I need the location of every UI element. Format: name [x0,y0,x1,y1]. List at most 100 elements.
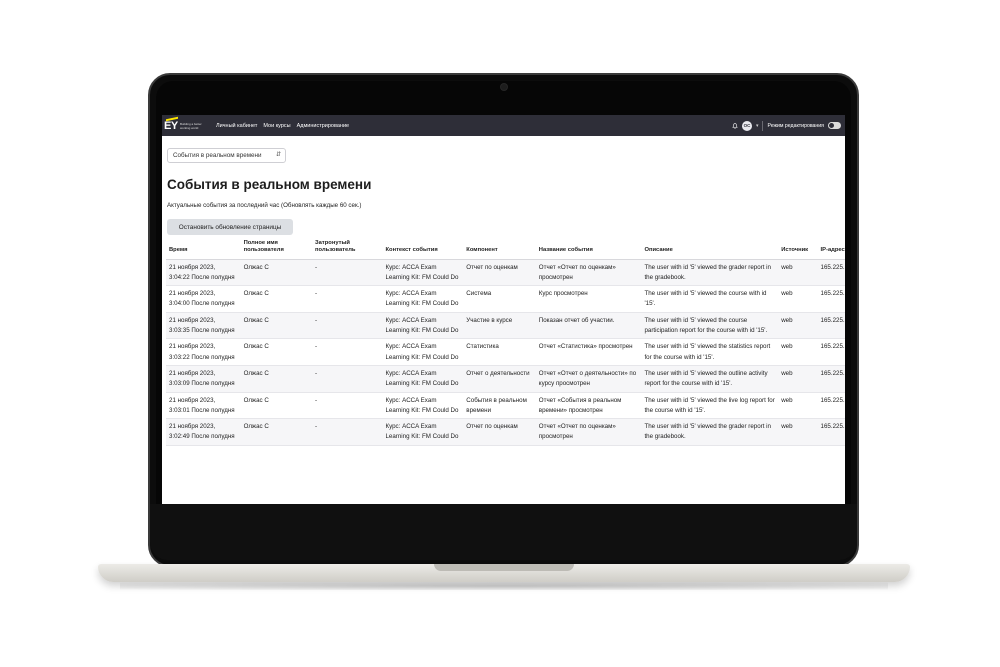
cell-user-link[interactable]: Олжас С [240,365,313,393]
cell-origin: web [778,418,818,446]
cell-context-link[interactable]: Курс: ACCA Exam Learning Kit: FM Could D… [382,365,464,393]
table-row: 21 ноября 2023, 3:02:49 После полудня Ол… [166,418,845,446]
column-header-affected-user[interactable]: Затронутый пользователь [312,238,383,260]
cell-description: The user with id '5' viewed the outline … [641,365,779,393]
ey-logo[interactable]: EY Building a better working world [164,116,208,133]
cell-component: Отчет по оценкам [463,259,536,287]
live-log-table: Время Полное имя пользователя Затронутый… [166,238,845,446]
column-header-event-name[interactable]: Название события [535,238,642,260]
cell-origin: web [778,392,818,420]
cell-context-link[interactable]: Курс: ACCA Exam Learning Kit: FM Could D… [382,338,464,366]
cell-origin: web [778,259,818,287]
cell-time: 21 ноября 2023, 3:03:35 После полудня [166,312,241,340]
divider [762,120,764,131]
report-selector[interactable]: События в реальном времени ⇵ [167,148,286,163]
column-header-origin[interactable]: Источник [778,238,818,260]
cell-affected-user: - [312,392,383,420]
column-header-component[interactable]: Компонент [463,238,536,260]
cell-user-link[interactable]: Олжас С [240,285,313,313]
cell-affected-user: - [312,338,383,366]
cell-time: 21 ноября 2023, 3:03:22 После полудня [166,338,241,366]
cell-context-link[interactable]: Курс: ACCA Exam Learning Kit: FM Could D… [382,259,464,287]
cell-event-link[interactable]: Отчет «Отчет о деятельности» по курсу пр… [535,365,642,393]
cell-ip-link[interactable]: 165.225.200.94 [817,312,845,340]
cell-ip-link[interactable]: 165.225.200.94 [817,338,845,366]
navbar-user-area: OC ▾ Режим редактирования [732,115,841,136]
cell-context-link[interactable]: Курс: ACCA Exam Learning Kit: FM Could D… [382,312,464,340]
table-row: 21 ноября 2023, 3:03:09 После полудня Ол… [166,365,845,393]
cell-origin: web [778,312,818,340]
cell-context-link[interactable]: Курс: ACCA Exam Learning Kit: FM Could D… [382,285,464,313]
cell-user-link[interactable]: Олжас С [240,418,313,446]
cell-component: Отчет о деятельности [463,365,536,393]
cell-component: Участие в курсе [463,312,536,340]
column-header-description: Описание [641,238,779,260]
cell-description: The user with id '5' viewed the course p… [641,312,779,340]
cell-context-link[interactable]: Курс: ACCA Exam Learning Kit: FM Could D… [382,392,464,420]
cell-affected-user: - [312,285,383,313]
cell-event-link[interactable]: Отчет «Отчет по оценкам» просмотрен [535,418,642,446]
table-row: 21 ноября 2023, 3:04:00 После полудня Ол… [166,285,845,313]
cell-event-link[interactable]: Показан отчет об участии. [535,312,642,340]
webcam [501,84,507,90]
bell-icon[interactable] [732,122,738,129]
nav-link-dashboard[interactable]: Личный кабинет [216,123,257,129]
cell-component: Отчет по оценкам [463,418,536,446]
cell-ip-link[interactable]: 165.225.200.94 [817,285,845,313]
cell-description: The user with id '5' viewed the live log… [641,392,779,420]
column-header-time[interactable]: Время [166,238,241,260]
cell-time: 21 ноября 2023, 3:03:01 После полудня [166,392,241,420]
laptop-bezel-bottom [150,504,857,560]
chevron-down-icon[interactable]: ▾ [756,123,759,129]
cell-ip-link[interactable]: 165.225.200.94 [817,418,845,446]
cell-description: The user with id '5' viewed the grader r… [641,259,779,287]
cell-origin: web [778,285,818,313]
stop-refresh-button[interactable]: Остановить обновление страницы [167,219,293,235]
page-subtitle: Актуальные события за последний час (Обн… [167,202,362,209]
page-title: События в реальном времени [167,177,372,192]
table-row: 21 ноября 2023, 3:03:35 После полудня Ол… [166,312,845,340]
cell-affected-user: - [312,312,383,340]
cell-origin: web [778,365,818,393]
column-header-fullname[interactable]: Полное имя пользователя [240,238,313,260]
cell-ip-link[interactable]: 165.225.200.94 [817,259,845,287]
column-header-ip[interactable]: IP-адрес [817,238,845,260]
cell-user-link[interactable]: Олжас С [240,312,313,340]
cell-time: 21 ноября 2023, 3:04:00 После полудня [166,285,241,313]
cell-affected-user: - [312,365,383,393]
cell-description: The user with id '5' viewed the statisti… [641,338,779,366]
cell-event-link[interactable]: Отчет «События в реальном времени» просм… [535,392,642,420]
column-header-context[interactable]: Контекст события [382,238,464,260]
screen: EY Building a better working world Личны… [162,115,845,504]
edit-mode-label: Режим редактирования [767,122,824,129]
cell-user-link[interactable]: Олжас С [240,392,313,420]
table-header-row: Время Полное имя пользователя Затронутый… [166,238,845,260]
cell-event-link[interactable]: Отчет «Статистика» просмотрен [535,338,642,366]
chevron-updown-icon: ⇵ [275,152,281,158]
nav-link-my-courses[interactable]: Мои курсы [263,123,290,129]
cell-time: 21 ноября 2023, 3:04:22 После полудня [166,259,241,287]
top-navbar: EY Building a better working world Личны… [162,115,845,136]
cell-context-link[interactable]: Курс: ACCA Exam Learning Kit: FM Could D… [382,418,464,446]
table-row: 21 ноября 2023, 3:03:01 После полудня Ол… [166,392,845,420]
edit-mode-toggle[interactable] [828,122,841,129]
cell-event-link[interactable]: Курс просмотрен [535,285,642,313]
cell-ip-link[interactable]: 165.225.200.94 [817,392,845,420]
cell-description: The user with id '5' viewed the course w… [641,285,779,313]
cell-component: События в реальном времени [463,392,536,420]
nav-link-administration[interactable]: Администрирование [297,123,349,129]
cell-event-link[interactable]: Отчет «Отчет по оценкам» просмотрен [535,259,642,287]
laptop-notch [434,564,574,571]
cell-user-link[interactable]: Олжас С [240,259,313,287]
cell-affected-user: - [312,418,383,446]
primary-navigation: Личный кабинет Мои курсы Администрирован… [216,115,349,136]
cell-time: 21 ноября 2023, 3:02:49 После полудня [166,418,241,446]
cell-component: Статистика [463,338,536,366]
cell-description: The user with id '5' viewed the grader r… [641,418,779,446]
cell-user-link[interactable]: Олжас С [240,338,313,366]
avatar[interactable]: OC [741,120,752,131]
cell-ip-link[interactable]: 165.225.200.94 [817,365,845,393]
cell-component: Система [463,285,536,313]
report-selector-value: События в реальном времени [173,152,262,159]
table-row: 21 ноября 2023, 3:04:22 После полудня Ол… [166,259,845,287]
